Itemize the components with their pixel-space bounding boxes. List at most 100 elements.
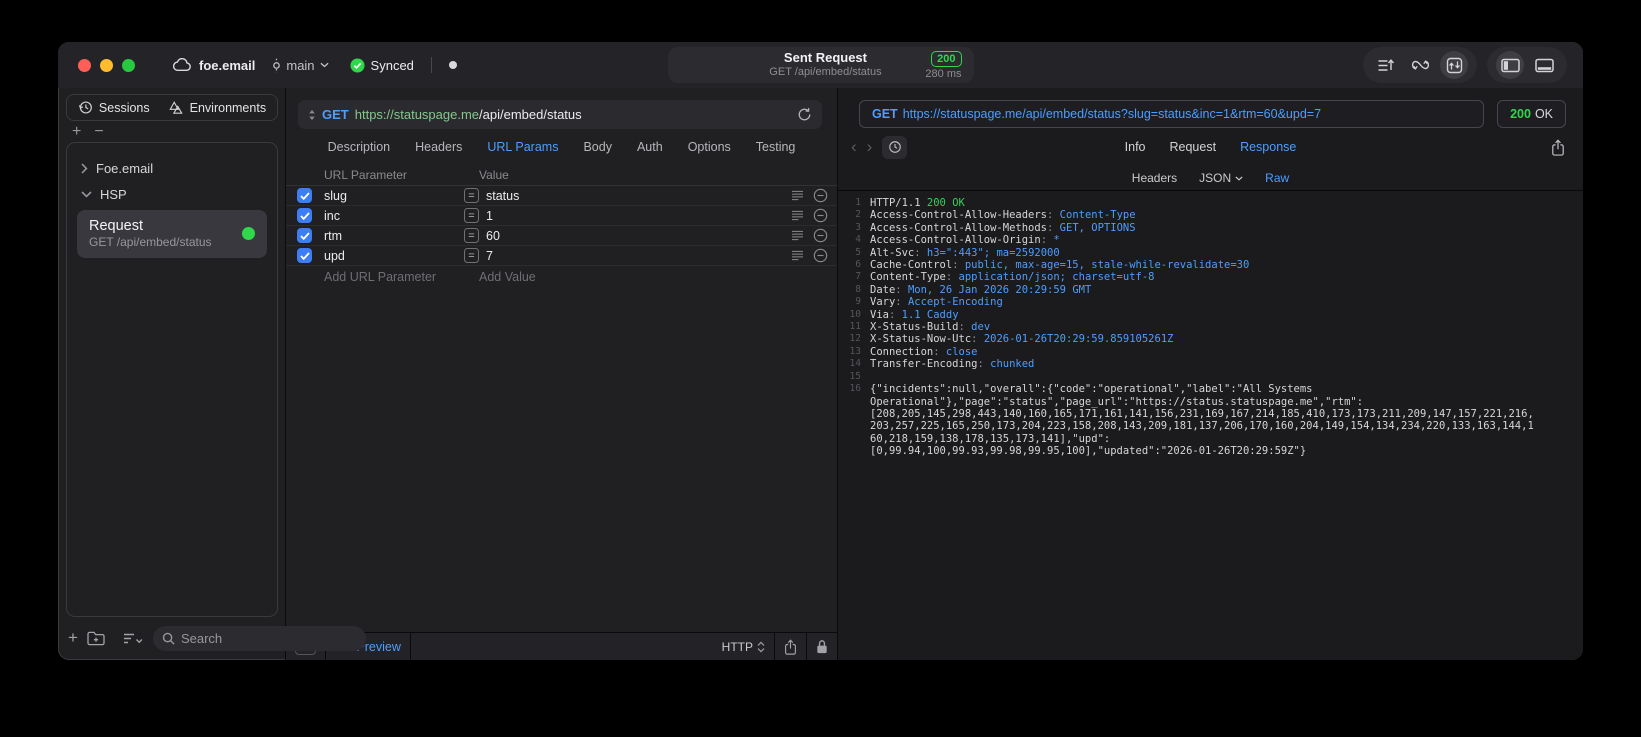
- response-order-button[interactable]: [1372, 51, 1400, 79]
- remove-param-button[interactable]: [813, 248, 828, 263]
- method-stepper-icon[interactable]: [308, 109, 316, 121]
- view-tab-raw[interactable]: Raw: [1265, 171, 1289, 185]
- editor-tab-testing[interactable]: Testing: [756, 140, 796, 154]
- view-tab-headers[interactable]: Headers: [1132, 171, 1177, 185]
- param-name[interactable]: upd: [324, 249, 464, 263]
- resend-button[interactable]: [797, 107, 812, 122]
- response-history-button[interactable]: [882, 135, 908, 159]
- refresh-icon: [797, 107, 812, 122]
- sidebar-toolbar: +: [66, 622, 366, 654]
- param-value[interactable]: 60: [486, 229, 791, 243]
- share-icon: [784, 638, 797, 655]
- url-bar[interactable]: GET https://statuspage.me/api/embed/stat…: [298, 100, 822, 129]
- param-value[interactable]: 1: [486, 209, 791, 223]
- app-window: foe.email main Synced Sent Request GET /…: [58, 42, 1583, 660]
- response-request-url: https://statuspage.me/api/embed/status?s…: [902, 107, 1322, 121]
- export-response-button[interactable]: [1551, 138, 1565, 156]
- search-input[interactable]: [180, 630, 357, 646]
- remove-param-button[interactable]: [813, 208, 828, 223]
- sync-status[interactable]: Synced: [350, 58, 414, 73]
- remove-param-button[interactable]: [813, 188, 828, 203]
- request-editor: GET https://statuspage.me/api/embed/stat…: [285, 88, 838, 660]
- protocol-select[interactable]: HTTP: [722, 640, 765, 654]
- response-line: 16 {"incidents":null,"overall":{"code":"o…: [838, 383, 1583, 395]
- line-text: Transfer-Encoding: chunked: [870, 358, 1035, 371]
- param-name[interactable]: rtm: [324, 229, 464, 243]
- editor-tab-options[interactable]: Options: [688, 140, 731, 154]
- history-forward-button[interactable]: ›: [867, 137, 873, 157]
- share-button[interactable]: [784, 638, 797, 655]
- response-tab-info[interactable]: Info: [1125, 140, 1146, 154]
- follow-redirects-button[interactable]: [1406, 51, 1434, 79]
- add-param-value[interactable]: Add Value: [479, 270, 536, 284]
- add-request-button[interactable]: +: [68, 628, 78, 648]
- toggle-bottom-panel-button[interactable]: [1530, 51, 1558, 79]
- send-receive-toggle-button[interactable]: [1440, 51, 1468, 79]
- multiline-edit-button[interactable]: [791, 210, 804, 221]
- tree-group-label: HSP: [100, 186, 127, 202]
- param-value[interactable]: status: [486, 189, 791, 203]
- method-label[interactable]: GET: [322, 107, 349, 122]
- response-panel: GET https://statuspage.me/api/embed/stat…: [838, 88, 1583, 660]
- param-checkbox[interactable]: [297, 248, 312, 263]
- param-checkbox[interactable]: [297, 228, 312, 243]
- param-name[interactable]: slug: [324, 189, 464, 203]
- tree-group-hsp[interactable]: HSP: [77, 181, 267, 207]
- editor-tab-headers[interactable]: Headers: [415, 140, 462, 154]
- up-down-chevrons-icon: [757, 640, 765, 653]
- response-line: 11 X-Status-Build: dev: [838, 321, 1583, 333]
- param-checkbox[interactable]: [297, 208, 312, 223]
- environments-icon: [168, 100, 184, 115]
- history-back-button[interactable]: ‹: [851, 137, 857, 157]
- url-path: /api/embed/status: [479, 107, 582, 122]
- response-tab-response[interactable]: Response: [1240, 140, 1296, 154]
- line-number: 2: [855, 209, 861, 221]
- new-folder-button[interactable]: [87, 631, 105, 646]
- multiline-edit-button[interactable]: [791, 230, 804, 241]
- minimize-button[interactable]: [100, 58, 113, 72]
- multiline-edit-button[interactable]: [791, 190, 804, 201]
- line-number: 6: [855, 259, 861, 271]
- add-param-name[interactable]: Add URL Parameter: [286, 270, 479, 284]
- add-session-button[interactable]: +: [72, 123, 81, 139]
- sent-request-title: Sent Request: [783, 50, 867, 66]
- editor-tab-auth[interactable]: Auth: [637, 140, 663, 154]
- request-summary-pill[interactable]: Sent Request GET /api/embed/status 200 2…: [667, 47, 974, 83]
- tab-sessions[interactable]: Sessions: [78, 100, 150, 115]
- branch-selector[interactable]: main: [272, 58, 329, 73]
- view-options-button[interactable]: [123, 632, 144, 645]
- response-tab-request[interactable]: Request: [1170, 140, 1217, 154]
- param-value[interactable]: 7: [486, 249, 791, 263]
- remove-param-button[interactable]: [813, 228, 828, 243]
- tab-environments[interactable]: Environments: [168, 100, 266, 115]
- remove-session-button[interactable]: −: [94, 123, 103, 139]
- editor-tab-url-params[interactable]: URL Params: [487, 140, 558, 154]
- view-tab-json[interactable]: JSON: [1199, 171, 1243, 185]
- editor-tab-body[interactable]: Body: [583, 140, 612, 154]
- close-button[interactable]: [78, 58, 91, 72]
- line-number: 3: [855, 221, 861, 233]
- line-text: [0,99.94,100,99.93,99.98,99.95,100],"upd…: [870, 445, 1307, 458]
- param-name[interactable]: inc: [324, 209, 464, 223]
- editor-tab-description[interactable]: Description: [328, 140, 391, 154]
- cloud-icon: [173, 58, 192, 72]
- response-status-code: 200: [1510, 107, 1531, 121]
- url-text[interactable]: https://statuspage.me/api/embed/status: [355, 107, 582, 122]
- search-field[interactable]: [152, 625, 366, 651]
- request-item[interactable]: Request GET /api/embed/status: [77, 210, 267, 259]
- lock-button[interactable]: [816, 639, 828, 654]
- tree-group-foe-email[interactable]: Foe.email: [77, 155, 267, 181]
- zoom-button[interactable]: [122, 58, 135, 72]
- multiline-edit-button[interactable]: [791, 250, 804, 261]
- redirect-loop-icon: [1411, 58, 1430, 72]
- param-checkbox[interactable]: [297, 188, 312, 203]
- line-text: Via: 1.1 Caddy: [870, 308, 959, 321]
- response-url-bar[interactable]: GET https://statuspage.me/api/embed/stat…: [859, 100, 1485, 128]
- toggle-sidebar-button[interactable]: [1496, 51, 1524, 79]
- response-line: 14 Transfer-Encoding: chunked: [838, 358, 1583, 370]
- project-name[interactable]: foe.email: [199, 58, 255, 73]
- sent-request-subtitle: GET /api/embed/status: [769, 66, 882, 79]
- line-number: [838, 396, 870, 408]
- titlebar: foe.email main Synced Sent Request GET /…: [58, 42, 1583, 88]
- response-method: GET: [872, 107, 898, 121]
